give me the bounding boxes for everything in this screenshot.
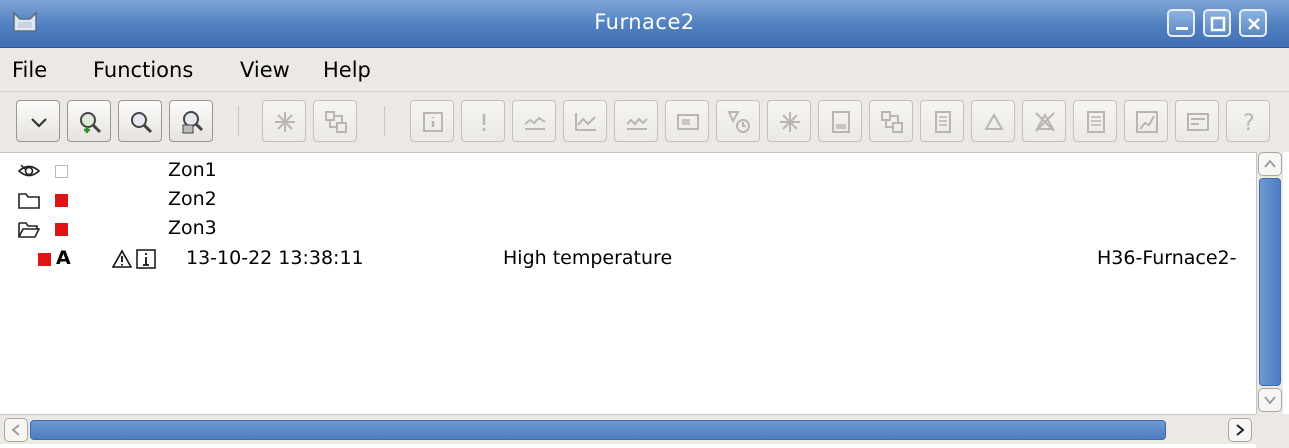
- chevron-right-icon: [1236, 424, 1245, 436]
- alarm-row[interactable]: A 13-10-22 13:38:11 High temperature H36…: [0, 245, 1256, 274]
- menu-view[interactable]: View: [240, 58, 290, 82]
- zoom-in-icon: [80, 112, 102, 134]
- display-icon: [677, 114, 699, 130]
- horizontal-scroll-thumb[interactable]: [30, 420, 1166, 440]
- chevron-down-icon: [1264, 396, 1276, 405]
- event-log-button[interactable]: [1073, 100, 1117, 142]
- minimize-button[interactable]: [1167, 9, 1195, 37]
- hierarchy-button[interactable]: [313, 100, 357, 142]
- chevron-left-icon: [11, 424, 20, 436]
- status-indicator: [55, 223, 68, 236]
- title-bar[interactable]: Furnace2: [0, 0, 1289, 48]
- collapse-button[interactable]: [16, 100, 60, 142]
- block-button[interactable]: [1022, 100, 1066, 142]
- close-button[interactable]: [1239, 9, 1267, 37]
- warning-icon: [112, 249, 132, 268]
- alarm-status-indicator: [38, 253, 51, 266]
- open-object-button[interactable]: [818, 100, 862, 142]
- toolbar-separator: [238, 106, 239, 136]
- alarm-text: High temperature: [503, 247, 673, 269]
- tree-item-label: Zon3: [168, 217, 217, 239]
- plot-button[interactable]: [1124, 100, 1168, 142]
- info-box-icon: [136, 249, 156, 269]
- crossref-icon: [881, 111, 903, 133]
- trend-button[interactable]: [512, 100, 556, 142]
- maximize-button[interactable]: [1203, 9, 1231, 37]
- document-button[interactable]: [920, 100, 964, 142]
- event-log-icon: [1087, 111, 1105, 133]
- zoom-reset-icon: [131, 112, 153, 134]
- status-indicator: [55, 194, 68, 207]
- scroll-down-button[interactable]: [1258, 388, 1282, 412]
- acknowledge-button[interactable]: [971, 100, 1015, 142]
- menu-file[interactable]: File: [12, 58, 47, 82]
- object-graph-button[interactable]: [262, 100, 306, 142]
- minimize-icon: [1176, 27, 1188, 30]
- eye-icon: [18, 164, 40, 177]
- graph-button[interactable]: [767, 100, 811, 142]
- tree-row-zon3[interactable]: Zon3: [0, 215, 1256, 244]
- block-icon: [1035, 112, 1055, 132]
- open-object-icon: [832, 111, 850, 133]
- object-graph-icon: [275, 112, 295, 132]
- chevron-down-icon: [31, 118, 47, 128]
- status-indicator: [55, 165, 68, 178]
- search-object-button[interactable]: [169, 100, 213, 142]
- plot-icon: [1136, 111, 1158, 133]
- scroll-right-button[interactable]: [1228, 418, 1252, 442]
- toolbar-separator: [384, 106, 385, 136]
- tree-row-zon2[interactable]: Zon2: [0, 186, 1256, 215]
- help-icon: ?: [1243, 111, 1255, 135]
- folder-icon: [18, 193, 40, 209]
- tree-row-zon1[interactable]: Zon1: [0, 157, 1256, 186]
- vertical-scrollbar[interactable]: [1256, 152, 1283, 414]
- settings-icon: [1187, 113, 1209, 131]
- window-title: Furnace2: [594, 10, 695, 34]
- alarm-priority: A: [56, 247, 71, 269]
- tree-item-label: Zon2: [168, 188, 217, 210]
- tree-item-label: Zon1: [168, 159, 217, 181]
- menu-bar: File Functions View Help: [0, 48, 1289, 92]
- svg-text:?: ?: [1243, 111, 1255, 135]
- scroll-corner: [1256, 414, 1289, 448]
- curve-icon: [575, 113, 596, 131]
- acknowledge-icon: [984, 112, 1004, 130]
- crossref-button[interactable]: [869, 100, 913, 142]
- scroll-up-button[interactable]: [1258, 152, 1282, 176]
- maximize-icon: [1210, 16, 1226, 32]
- search-object-icon: [182, 111, 204, 134]
- menu-help[interactable]: Help: [323, 58, 371, 82]
- zoom-in-button[interactable]: [67, 100, 111, 142]
- alarm-object: H36-Furnace2-: [1097, 247, 1237, 269]
- alarm-button[interactable]: [461, 100, 505, 142]
- toolbar: ?: [0, 92, 1289, 152]
- curve-button[interactable]: [563, 100, 607, 142]
- display-button[interactable]: [665, 100, 709, 142]
- document-icon: [935, 111, 951, 133]
- alarm-time: 13-10-22 13:38:11: [186, 247, 364, 269]
- settings-button[interactable]: [1175, 100, 1219, 142]
- history-button[interactable]: [716, 100, 760, 142]
- trend-icon: [524, 116, 546, 130]
- close-icon: [1248, 18, 1260, 30]
- fast-curve-icon: [626, 117, 648, 130]
- zoom-reset-button[interactable]: [118, 100, 162, 142]
- alarm-icon: [482, 114, 486, 131]
- alarm-tree[interactable]: Zon1 Zon2 Zon3 A 13-10-22 13:38:11 High …: [0, 152, 1256, 414]
- help-button[interactable]: ?: [1226, 100, 1270, 142]
- fast-curve-button[interactable]: [614, 100, 658, 142]
- horizontal-scrollbar[interactable]: [0, 414, 1256, 444]
- graph-icon: [780, 112, 800, 132]
- chevron-up-icon: [1264, 159, 1276, 168]
- info-button[interactable]: [410, 100, 454, 142]
- info-icon: [423, 112, 443, 132]
- folder-open-icon: [18, 222, 40, 238]
- hierarchy-icon: [325, 111, 347, 133]
- scroll-left-button[interactable]: [4, 418, 28, 442]
- history-icon: [727, 111, 750, 133]
- vertical-scroll-thumb[interactable]: [1259, 178, 1281, 386]
- menu-functions[interactable]: Functions: [93, 58, 193, 82]
